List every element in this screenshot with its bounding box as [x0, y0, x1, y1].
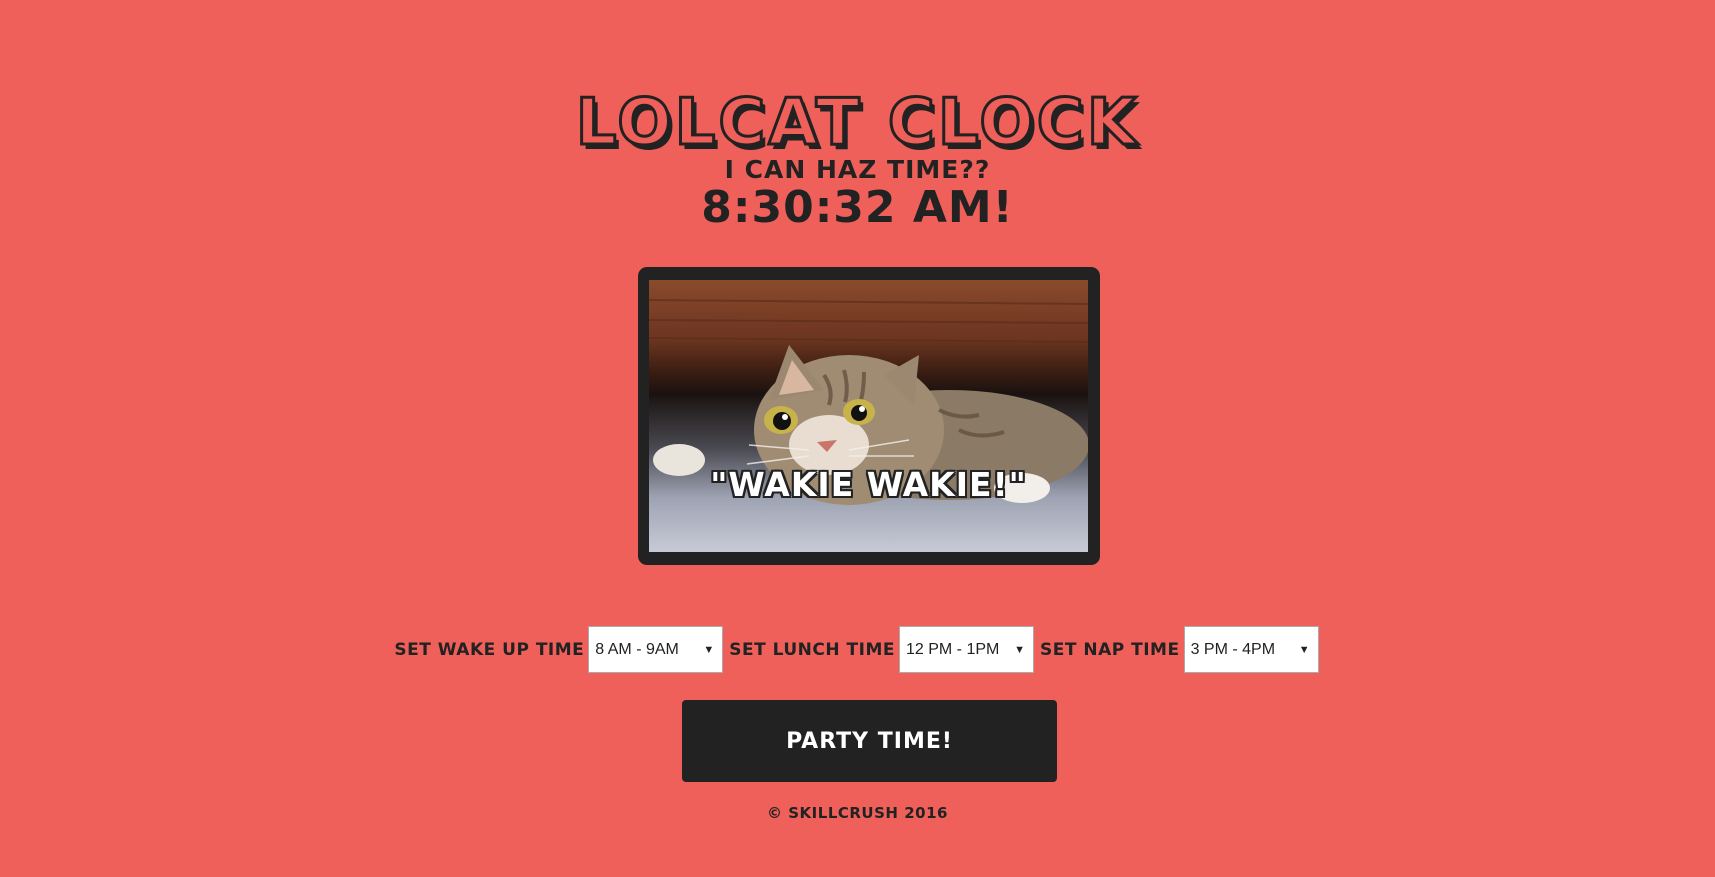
nap-time-value: 3 PM - 4PM — [1190, 640, 1276, 658]
caret-down-icon: ▼ — [703, 643, 715, 656]
lunch-time-label: Set Lunch Time — [729, 639, 895, 660]
caret-down-icon: ▼ — [1014, 643, 1025, 656]
wake-up-time-value: 8 AM - 9AM — [595, 640, 679, 658]
footer-copyright: © Skillcrush 2016 — [767, 804, 948, 822]
lolcat-image: "WAKIE WAKIE!" — [649, 280, 1088, 552]
clock-subtitle: I can haz time?? — [724, 155, 991, 184]
cat-illustration — [649, 299, 1088, 505]
caret-down-icon: ▼ — [1298, 643, 1310, 656]
clock-time: 8:30:32 AM! — [701, 182, 1014, 233]
wake-up-time-select[interactable]: 8 AM - 9AM ▼ — [588, 626, 724, 673]
time-settings: Set Wake Up Time 8 AM - 9AM ▼ Set Lunch … — [0, 626, 1715, 673]
lunch-time-select[interactable]: 12 PM - 1PM ▼ — [898, 626, 1034, 673]
image-caption: "WAKIE WAKIE!" — [710, 465, 1027, 504]
party-time-button[interactable]: Party Time! — [682, 700, 1057, 782]
nap-time-select[interactable]: 3 PM - 4PM ▼ — [1183, 626, 1319, 673]
lunch-time-value: 12 PM - 1PM — [905, 640, 1000, 658]
nap-time-label: Set Nap Time — [1039, 639, 1180, 660]
wake-up-time-label: Set Wake Up Time — [394, 639, 585, 660]
lolcat-image-frame: "WAKIE WAKIE!" — [638, 267, 1100, 565]
page-title: Lolcat Clock — [574, 85, 1140, 160]
